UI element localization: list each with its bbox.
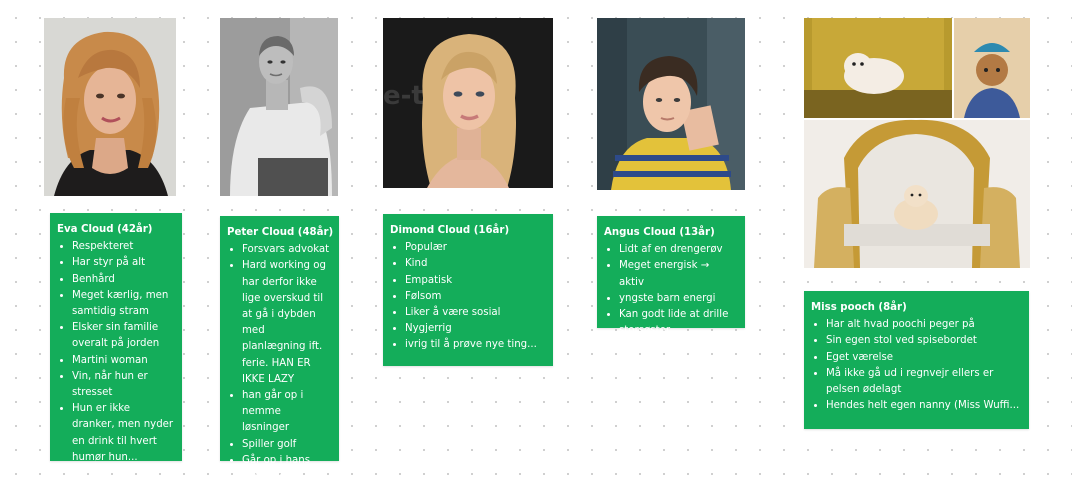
list-item: Kan godt lide at drille storsøster [619, 307, 737, 339]
list-item: Har styr på alt [72, 255, 174, 271]
card-title: Miss pooch (8år) [811, 302, 907, 313]
eva-photo[interactable] [44, 18, 176, 196]
character-card-miss-pooch[interactable]: Miss pooch (8år) Har alt hvad poochi peg… [804, 291, 1029, 429]
pooch-photo-collage[interactable] [804, 18, 1030, 268]
list-item: Spiller golf [242, 437, 331, 453]
list-item: Elsker sin familie overalt på jorden [72, 320, 174, 352]
svg-text:e-t: e-t [383, 81, 424, 111]
list-item: Hard working og har derfor ikke lige ove… [242, 258, 331, 388]
list-item: Sin egen stol ved spisebordet [826, 333, 1021, 349]
list-item: Empatisk [405, 273, 545, 289]
list-item: Følsom [405, 289, 545, 305]
list-item: Martini woman [72, 353, 174, 369]
character-card-peter[interactable]: Peter Cloud (48år) Forsvars advokat Hard… [220, 216, 339, 482]
list-item: Liker å være sosial [405, 305, 545, 321]
angus-photo[interactable] [597, 18, 745, 190]
list-item: Forsvars advokat [242, 242, 331, 258]
card-title: Dimond Cloud (16år) [390, 225, 510, 236]
list-item: Har alt hvad poochi peger på [826, 317, 1021, 333]
list-item: Meget energisk → aktiv [619, 258, 737, 290]
list-item: Hendes helt egen nanny (Miss Wuffi... [826, 398, 1021, 414]
list-item: Hun er ikke dranker, men nyder en drink … [72, 401, 174, 466]
card-title: Eva Cloud (42år) [57, 224, 153, 235]
list-item: Lidt af en drengerøv [619, 242, 737, 258]
character-card-eva[interactable]: Eva Cloud (42år) Respekteret Har styr på… [50, 213, 182, 463]
card-title: Peter Cloud (48år) [227, 227, 334, 238]
list-item: han går op i nemme løsninger [242, 388, 331, 437]
trait-list: Lidt af en drengerøv Meget energisk → ak… [604, 242, 737, 339]
list-item: Respekteret [72, 239, 174, 255]
list-item: Meget kærlig, men samtidig stram [72, 288, 174, 320]
character-card-angus[interactable]: Angus Cloud (13år) Lidt af en drengerøv … [597, 216, 745, 336]
list-item: yngste barn energi [619, 291, 737, 307]
peter-photo[interactable] [220, 18, 338, 196]
dimond-photo[interactable]: e-t [383, 18, 553, 188]
list-item: Eget værelse [826, 350, 1021, 366]
list-item: Nygjerrig [405, 321, 545, 337]
list-item: Må ikke gå ud i regnvejr ellers er pelse… [826, 366, 1021, 398]
list-item: Kind [405, 256, 545, 272]
trait-list: Forsvars advokat Hard working og har der… [227, 242, 331, 485]
trait-list: Har alt hvad poochi peger på Sin egen st… [811, 317, 1021, 414]
character-card-dimond[interactable]: Dimond Cloud (16år) Populær Kind Empatis… [383, 214, 553, 366]
list-item: Populær [405, 240, 545, 256]
card-title: Angus Cloud (13år) [604, 227, 715, 238]
list-item: Vin, når hun er stresset [72, 369, 174, 401]
trait-list: Populær Kind Empatisk Følsom Liker å vær… [390, 240, 545, 353]
list-item: Benhård [72, 272, 174, 288]
list-item: ivrig til å prøve nye ting... [405, 337, 545, 353]
trait-list: Respekteret Har styr på alt Benhård Mege… [57, 239, 174, 466]
list-item: Går op i hans udsende... [242, 453, 331, 485]
